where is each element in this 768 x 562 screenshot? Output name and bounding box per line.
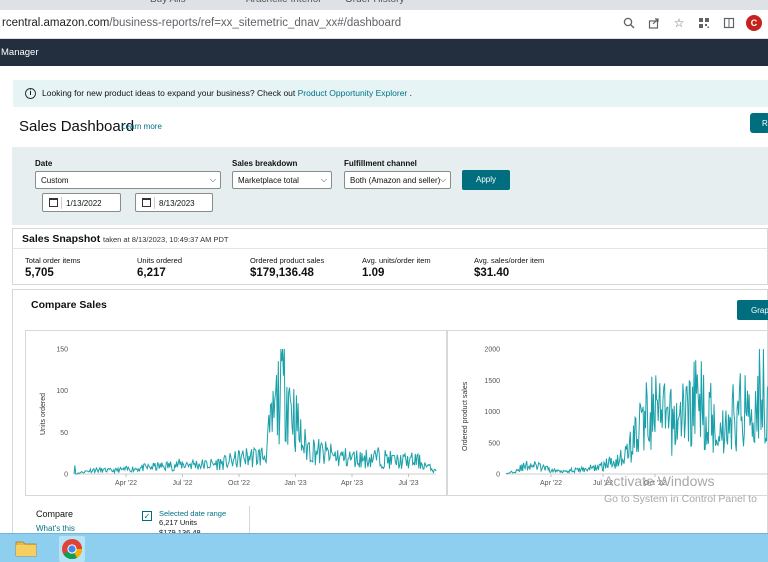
whats-this-link[interactable]: What's this bbox=[36, 524, 75, 533]
selected-range-checkbox[interactable]: ✓ bbox=[142, 511, 152, 521]
browser-tab[interactable]: Order History bbox=[345, 0, 404, 8]
browser-tab[interactable]: Arachelle Interior bbox=[246, 0, 322, 8]
fulfillment-channel-value: Both (Amazon and seller) bbox=[350, 176, 441, 185]
navbar-title[interactable]: Manager bbox=[1, 47, 39, 58]
windows-taskbar bbox=[0, 533, 768, 562]
fulfillment-channel-select[interactable]: Both (Amazon and seller) ⌵ bbox=[344, 171, 451, 189]
metric-total-order-items: Total order items 5,705 bbox=[25, 256, 80, 279]
y-tick-label: 1000 bbox=[484, 409, 500, 416]
start-date-value: 1/13/2022 bbox=[66, 199, 102, 208]
address-bar[interactable]: rcentral.amazon.com/business-reports/ref… bbox=[0, 10, 768, 39]
y-tick-label: 150 bbox=[56, 347, 68, 354]
graph-view-button[interactable]: Graph bbox=[737, 300, 768, 320]
browser-tab-strip: Buy Alls Arachelle Interior Order Histor… bbox=[0, 0, 768, 10]
units-ordered-chart: 0 50 100 150 Apr '22 Jul '22 Oct '22 Jan '23 Apr… bbox=[25, 330, 447, 496]
end-date-input[interactable]: 8/13/2023 bbox=[135, 193, 213, 212]
metric-value: $31.40 bbox=[474, 267, 510, 279]
profile-avatar[interactable]: C bbox=[746, 15, 762, 31]
sales-chart-ylabel: Ordered product sales bbox=[462, 381, 469, 451]
units-chart-svg: 0 50 100 150 Apr '22 Jul '22 Oct '22 Jan '23 Apr… bbox=[56, 347, 437, 487]
learn-more-link[interactable]: Learn more bbox=[121, 122, 162, 131]
chrome-icon[interactable] bbox=[59, 536, 85, 562]
url-text[interactable]: rcentral.amazon.com/business-reports/ref… bbox=[2, 17, 401, 29]
sales-breakdown-select[interactable]: Marketplace total ⌵ bbox=[232, 171, 332, 189]
page-title: Sales Dashboard bbox=[19, 118, 135, 135]
activation-watermark: Activate Windows bbox=[604, 473, 715, 489]
fulfillment-channel-label: Fulfillment channel bbox=[344, 159, 417, 168]
metric-avg-units: Avg. units/order item 1.09 bbox=[362, 256, 431, 279]
y-tick-label: 50 bbox=[60, 430, 68, 437]
metric-value: 1.09 bbox=[362, 267, 385, 279]
y-tick-label: 100 bbox=[56, 388, 68, 395]
units-chart-ylabel: Units ordered bbox=[40, 392, 47, 435]
apply-button[interactable]: Apply bbox=[462, 170, 510, 190]
info-banner: i Looking for new product ideas to expan… bbox=[13, 80, 768, 107]
y-tick-label: 0 bbox=[64, 472, 68, 479]
compare-label: Compare bbox=[36, 509, 74, 519]
file-explorer-icon[interactable] bbox=[15, 538, 37, 558]
banner-tail: . bbox=[407, 88, 412, 98]
series-line bbox=[73, 348, 437, 475]
x-tick-label: Jul '23 bbox=[398, 480, 418, 487]
metric-value: 5,705 bbox=[25, 267, 54, 279]
snapshot-title: Sales Snapshot bbox=[22, 233, 101, 245]
product-opportunity-link[interactable]: Product Opportunity Explorer bbox=[298, 88, 408, 98]
x-tick-label: Jan '23 bbox=[284, 480, 306, 487]
end-date-value: 8/13/2023 bbox=[159, 199, 195, 208]
calendar-icon bbox=[142, 198, 151, 207]
series-line bbox=[505, 348, 768, 475]
url-path: /business-reports/ref=xx_sitemetric_dnav… bbox=[109, 17, 402, 29]
chevron-down-icon: ⌵ bbox=[320, 175, 327, 184]
legend-selected-range: Selected date range bbox=[159, 509, 227, 518]
metric-label: Units ordered bbox=[137, 256, 183, 265]
extension-qr-icon[interactable] bbox=[696, 15, 712, 31]
y-tick-label: 500 bbox=[488, 440, 500, 447]
refresh-button[interactable]: R bbox=[750, 113, 768, 133]
y-tick-label: 2000 bbox=[484, 347, 500, 354]
metric-value: 6,217 bbox=[137, 267, 166, 279]
legend-divider bbox=[249, 506, 250, 536]
start-date-input[interactable]: 1/13/2022 bbox=[42, 193, 121, 212]
x-tick-label: Oct '22 bbox=[228, 480, 250, 487]
seller-navbar: Manager bbox=[0, 39, 768, 66]
bookmark-star-icon[interactable]: ☆ bbox=[671, 15, 687, 31]
share-icon[interactable] bbox=[646, 15, 662, 31]
metric-value: $179,136.48 bbox=[250, 267, 314, 279]
metric-avg-sales: Avg. sales/order item $31.40 bbox=[474, 256, 544, 279]
info-icon: i bbox=[25, 88, 36, 99]
banner-message: Looking for new product ideas to expand … bbox=[42, 88, 298, 98]
chevron-down-icon: ⌵ bbox=[209, 175, 216, 184]
metric-units-ordered: Units ordered 6,217 bbox=[137, 256, 182, 279]
sales-breakdown-value: Marketplace total bbox=[238, 176, 299, 185]
sales-snapshot-panel: Sales Snapshot taken at 8/13/2023, 10:49… bbox=[12, 228, 768, 285]
metric-label: Avg. units/order item bbox=[362, 256, 431, 265]
snapshot-timestamp: taken at 8/13/2023, 10:49:37 AM PDT bbox=[103, 235, 229, 244]
zoom-icon[interactable] bbox=[621, 15, 637, 31]
date-label: Date bbox=[35, 159, 53, 168]
product-sales-chart: 0 500 1000 1500 2000 Apr '22 Jul '22 Oct '22 Or… bbox=[447, 330, 768, 496]
browser-tab[interactable]: Buy Alls bbox=[150, 0, 186, 8]
metric-label: Total order items bbox=[25, 256, 81, 265]
compare-sales-title: Compare Sales bbox=[31, 299, 107, 311]
activation-watermark-hint: Go to System in Control Panel to bbox=[604, 493, 757, 505]
metric-label: Avg. sales/order item bbox=[474, 256, 545, 265]
x-tick-label: Jul '22 bbox=[172, 480, 192, 487]
banner-text: Looking for new product ideas to expand … bbox=[42, 88, 412, 98]
metric-ordered-product-sales: Ordered product sales $179,136.48 bbox=[250, 256, 324, 279]
url-domain: rcentral.amazon.com bbox=[2, 17, 110, 29]
legend-units: 6,217 Units bbox=[159, 518, 197, 527]
metric-label: Ordered product sales bbox=[250, 256, 325, 265]
x-tick-label: Apr '22 bbox=[540, 480, 562, 487]
calendar-icon bbox=[49, 198, 58, 207]
y-tick-label: 1500 bbox=[484, 378, 500, 385]
chevron-down-icon: ⌵ bbox=[439, 175, 446, 184]
extension-puzzle-icon[interactable] bbox=[721, 15, 737, 31]
x-tick-label: Apr '23 bbox=[341, 480, 363, 487]
x-tick-label: Apr '22 bbox=[115, 480, 137, 487]
date-range-select[interactable]: Custom ⌵ bbox=[35, 171, 221, 189]
y-tick-label: 0 bbox=[496, 472, 500, 479]
date-range-value: Custom bbox=[41, 176, 69, 185]
sales-breakdown-label: Sales breakdown bbox=[232, 159, 298, 168]
